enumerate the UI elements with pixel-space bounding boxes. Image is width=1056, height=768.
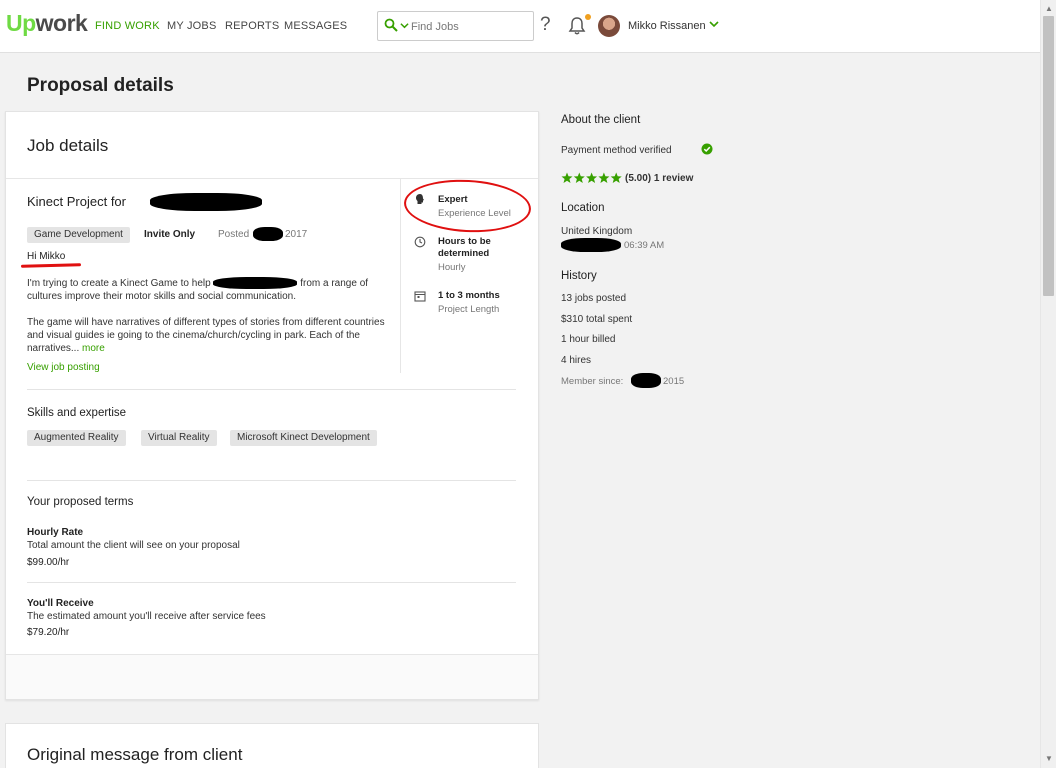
hours-value: Hours to be determined <box>438 236 491 259</box>
original-message-card: Original message from client <box>5 723 539 768</box>
logo-work: work <box>35 10 88 36</box>
nav-messages[interactable]: MESSAGES <box>284 20 347 32</box>
job-description: I'm trying to create a Kinect Game to he… <box>27 277 397 368</box>
client-local-time: 06:39 AM <box>624 240 665 251</box>
terms-title: Your proposed terms <box>27 496 134 508</box>
hourly-rate-description: Total amount the client will see on your… <box>27 540 240 551</box>
greeting-text: Hi Mikko <box>27 251 66 262</box>
hires-count: 4 hires <box>561 355 592 366</box>
category-tag[interactable]: Game Development <box>27 227 130 243</box>
card-footer <box>6 654 538 699</box>
search-scope-chevron-icon[interactable] <box>400 21 409 30</box>
receive-label: You'll Receive <box>27 598 94 609</box>
top-nav: Upwork FIND WORK MY JOBS REPORTS MESSAGE… <box>0 0 1040 53</box>
receive-value: $79.20/hr <box>27 627 70 638</box>
description-part-1a: I'm trying to create a Kinect Game to he… <box>27 278 211 289</box>
location-title: Location <box>561 202 605 214</box>
redacted-posted-date <box>253 227 283 241</box>
length-value: 1 to 3 months <box>438 290 500 301</box>
user-avatar[interactable] <box>598 15 620 37</box>
length-label: Project Length <box>438 304 500 315</box>
verified-check-icon <box>701 143 713 155</box>
skill-tag-kinect-development[interactable]: Microsoft Kinect Development <box>230 430 377 446</box>
page-scrollbar[interactable]: ▲ ▼ <box>1040 0 1056 768</box>
original-message-title: Original message from client <box>27 745 243 764</box>
user-menu-chevron-down-icon[interactable] <box>709 19 719 29</box>
total-spent: $310 total spent <box>561 314 633 325</box>
redacted-member-date <box>631 373 661 388</box>
payment-verified-text: Payment method verified <box>561 145 672 156</box>
redacted-description-text <box>213 277 298 290</box>
nav-find-work[interactable]: FIND WORK <box>95 20 160 32</box>
clock-icon <box>414 236 426 248</box>
card-title: Job details <box>27 136 109 155</box>
nav-my-jobs[interactable]: MY JOBS <box>167 20 217 32</box>
divider <box>27 582 516 583</box>
member-since-label: Member since: <box>561 376 624 387</box>
hourly-rate-label: Hourly Rate <box>27 527 84 538</box>
about-client-title: About the client <box>561 114 641 126</box>
notification-dot <box>585 14 591 20</box>
search-input[interactable] <box>411 18 529 35</box>
client-country: United Kingdom <box>561 226 633 237</box>
posted-label: Posted <box>218 229 250 240</box>
page-title: Proposal details <box>27 75 174 96</box>
hours-label: Hourly <box>438 262 466 273</box>
notifications-bell-icon[interactable] <box>568 16 586 36</box>
receive-description: The estimated amount you'll receive afte… <box>27 611 266 622</box>
redacted-city <box>561 238 621 252</box>
hourly-rate-value: $99.00/hr <box>27 557 70 568</box>
divider <box>27 480 516 481</box>
skill-tag-virtual-reality[interactable]: Virtual Reality <box>141 430 217 446</box>
skill-tag-augmented-reality[interactable]: Augmented Reality <box>27 430 126 446</box>
job-title: Kinect Project for <box>27 194 126 209</box>
nav-reports[interactable]: REPORTS <box>225 20 279 32</box>
divider <box>27 389 516 390</box>
help-icon[interactable]: ? <box>540 14 551 36</box>
jobs-posted: 13 jobs posted <box>561 293 627 304</box>
member-since-year: 2015 <box>663 376 685 387</box>
invite-only-label: Invite Only <box>144 229 196 240</box>
scroll-up-arrow-icon[interactable]: ▲ <box>1045 4 1053 13</box>
description-part-2: The game will have narratives of differe… <box>27 317 385 354</box>
details-divider <box>400 179 401 373</box>
scroll-down-arrow-icon[interactable]: ▼ <box>1045 754 1053 763</box>
search-box <box>377 11 534 41</box>
skills-title: Skills and expertise <box>27 407 127 419</box>
view-job-posting-link[interactable]: View job posting <box>27 362 100 373</box>
user-name[interactable]: Mikko Rissanen <box>628 20 706 32</box>
posted-year: 2017 <box>285 229 308 240</box>
search-icon[interactable] <box>384 18 398 32</box>
more-link[interactable]: more <box>82 343 105 354</box>
card-header: Job details <box>6 112 538 179</box>
rating-stars-icon <box>561 172 622 183</box>
upwork-logo[interactable]: Upwork <box>6 10 88 37</box>
redacted-client-name <box>150 193 262 211</box>
logo-up: Up <box>6 10 36 36</box>
scroll-thumb[interactable] <box>1043 16 1054 296</box>
history-title: History <box>561 270 597 282</box>
hours-billed: 1 hour billed <box>561 334 616 345</box>
calendar-icon <box>414 291 426 302</box>
rating-text[interactable]: (5.00) 1 review <box>625 173 693 184</box>
